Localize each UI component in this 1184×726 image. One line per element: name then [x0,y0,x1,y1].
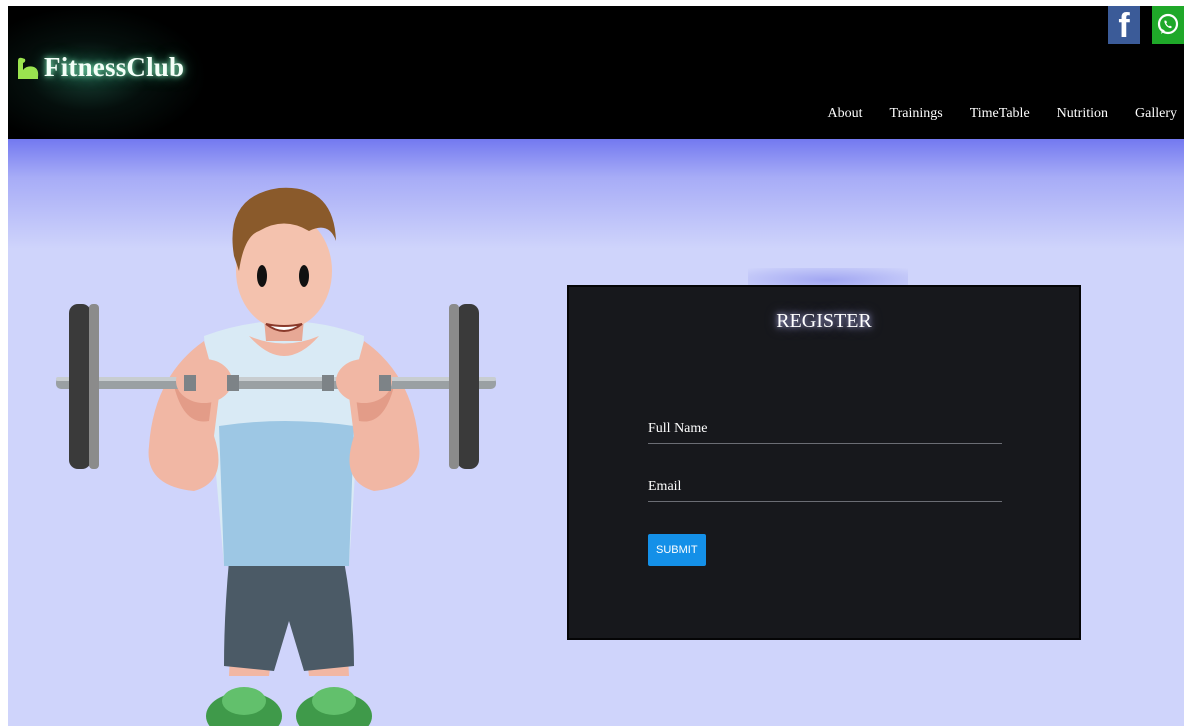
brand-name: FitnessClub [44,52,185,82]
page: FitnessClub f About Trainings TimeTable … [8,6,1184,726]
nav-trainings[interactable]: Trainings [890,106,943,122]
full-name-field-wrapper [648,414,1002,444]
brand-logo[interactable]: FitnessClub [14,52,184,83]
weightlifter-illustration [56,187,496,726]
submit-button[interactable]: SUBMIT [648,534,706,566]
whatsapp-icon[interactable] [1152,6,1184,44]
whatsapp-glyph [1157,13,1179,35]
main-nav: About Trainings TimeTable Nutrition Gall… [828,106,1177,122]
email-field-wrapper [648,472,1002,502]
facebook-icon[interactable]: f [1108,6,1140,44]
nav-timetable[interactable]: TimeTable [970,106,1030,122]
full-name-input[interactable] [648,414,1002,443]
email-input[interactable] [648,472,1002,501]
register-title: REGISTER [776,310,872,332]
header: FitnessClub f About Trainings TimeTable … [8,6,1184,139]
social-links: f [1108,6,1184,44]
flexed-arm-icon [18,57,39,79]
register-form: REGISTER SUBMIT [567,285,1081,640]
nav-about[interactable]: About [828,106,863,122]
facebook-glyph: f [1118,7,1130,45]
nav-nutrition[interactable]: Nutrition [1057,106,1108,122]
nav-gallery[interactable]: Gallery [1135,106,1177,122]
